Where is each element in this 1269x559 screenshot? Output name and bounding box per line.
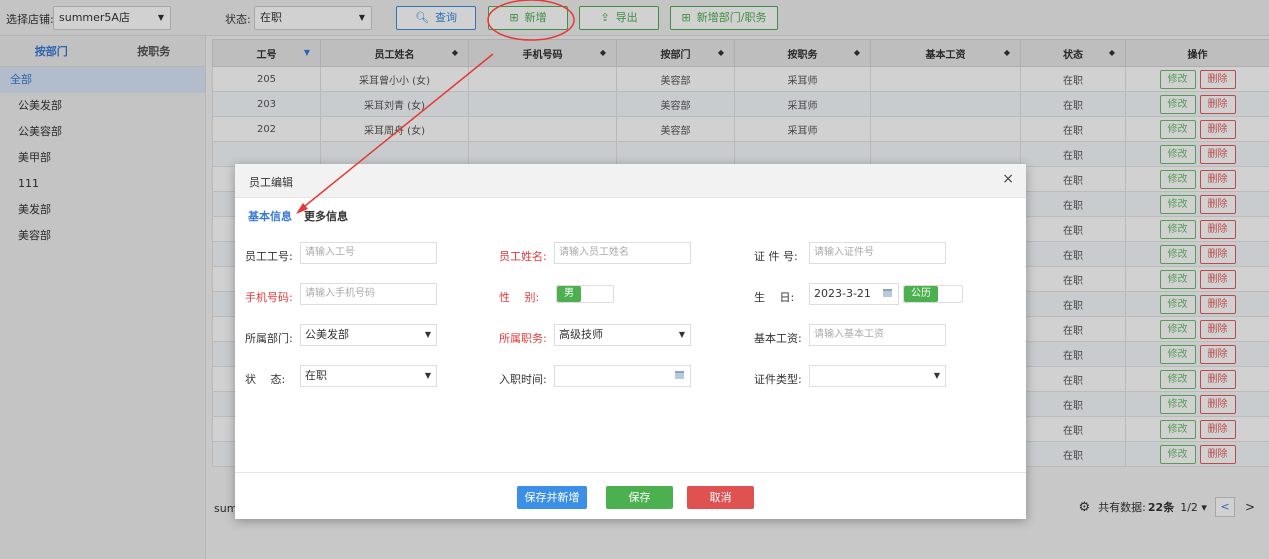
position-label: 所属职务: [499, 332, 547, 345]
dialog-header: 员工编辑 × [235, 164, 1026, 198]
emp-name-input[interactable]: 请输入员工姓名 [554, 242, 691, 264]
position-select[interactable]: 高级技师 ▼ [554, 324, 691, 346]
status-field-label: 状 态: [245, 373, 286, 386]
calendar-type-toggle[interactable]: 公历 [903, 285, 963, 303]
status-field-select[interactable]: 在职 ▼ [300, 365, 437, 387]
salary-input[interactable]: 请输入基本工资 [809, 324, 946, 346]
emp-no-input[interactable]: 请输入工号 [300, 242, 437, 264]
hire-date-input[interactable] [554, 365, 691, 387]
gender-toggle-value: 男 [557, 286, 581, 302]
calendar-type-value: 公历 [904, 286, 938, 302]
salary-label: 基本工资: [754, 332, 802, 345]
cancel-button[interactable]: 取消 [687, 486, 754, 509]
dept-label: 所属部门: [245, 332, 293, 345]
hire-date-label: 入职时间: [499, 373, 547, 386]
calendar-icon[interactable] [675, 371, 684, 379]
close-icon[interactable]: × [1002, 171, 1014, 187]
chevron-down-icon: ▼ [424, 330, 431, 339]
dialog-footer: 保存并新增 保存 取消 [235, 472, 1026, 519]
id-no-label: 证 件 号: [754, 250, 798, 263]
birthday-label: 生 日: [754, 291, 795, 304]
calendar-icon[interactable] [883, 289, 892, 297]
phone-label: 手机号码: [245, 291, 293, 304]
save-button[interactable]: 保存 [606, 486, 673, 509]
employee-edit-dialog: 员工编辑 × 基本信息 更多信息 员工工号: 请输入工号 员工姓名: 请输入员工… [235, 164, 1026, 519]
dialog-title: 员工编辑 [249, 176, 293, 189]
emp-name-label: 员工姓名: [499, 250, 547, 263]
tab-more-info[interactable]: 更多信息 [304, 208, 348, 228]
dept-select[interactable]: 公美发部 ▼ [300, 324, 437, 346]
emp-no-label: 员工工号: [245, 250, 293, 263]
tab-basic-info[interactable]: 基本信息 [248, 208, 292, 228]
dialog-tabs: 基本信息 更多信息 [248, 208, 360, 228]
phone-input[interactable]: 请输入手机号码 [300, 283, 437, 305]
gender-toggle[interactable]: 男 [556, 285, 614, 303]
chevron-down-icon: ▼ [424, 371, 431, 380]
id-type-label: 证件类型: [754, 373, 802, 386]
birthday-input[interactable]: 2023-3-21 [809, 283, 899, 305]
id-type-select[interactable]: ▼ [809, 365, 946, 387]
id-no-input[interactable]: 请输入证件号 [809, 242, 946, 264]
gender-label: 性 别: [499, 291, 540, 304]
save-and-new-button[interactable]: 保存并新增 [517, 486, 587, 509]
chevron-down-icon: ▼ [678, 330, 685, 339]
chevron-down-icon: ▼ [933, 371, 940, 380]
